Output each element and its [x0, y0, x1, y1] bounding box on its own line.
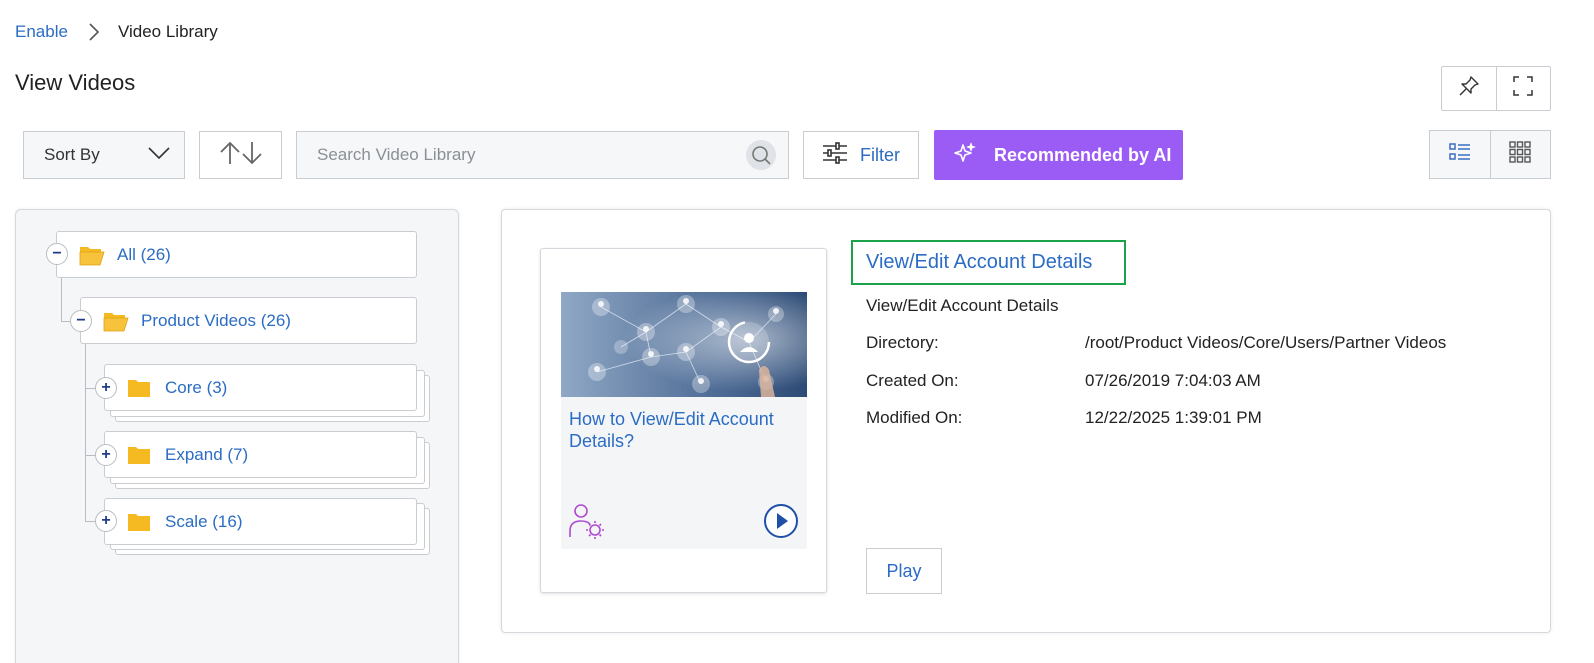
tree-node-all[interactable]: All (26) [56, 231, 417, 278]
breadcrumb: Enable Video Library [15, 20, 218, 44]
directory-label: Directory: [866, 333, 939, 352]
breadcrumb-current: Video Library [117, 22, 218, 41]
modified-on-value: 12/22/2025 1:39:01 PM [1085, 408, 1262, 427]
page-actions [1441, 66, 1551, 111]
tree-node-label: All (26) [117, 244, 171, 264]
page-title: View Videos [15, 70, 136, 95]
play-circle-icon[interactable] [763, 503, 799, 544]
fullscreen-button[interactable] [1495, 67, 1551, 110]
sort-by-dropdown[interactable]: Sort By [23, 131, 185, 179]
folder-icon [127, 444, 153, 466]
recommended-by-ai-label: Recommended by AI [994, 144, 1172, 165]
video-thumbnail-card[interactable]: How to View/Edit Account Details? [561, 292, 807, 549]
tree-node-label: Core (3) [165, 377, 228, 397]
list-view-button[interactable] [1430, 131, 1490, 178]
tree-node-expand[interactable]: Expand (7) [104, 431, 417, 478]
tree-connector [61, 277, 62, 322]
user-settings-icon [568, 503, 606, 544]
sort-by-label: Sort By [44, 145, 100, 164]
tree-node-scale[interactable]: Scale (16) [104, 498, 417, 545]
collapse-icon[interactable]: − [70, 310, 92, 332]
expand-icon[interactable]: + [95, 510, 117, 532]
fullscreen-icon [1512, 75, 1534, 102]
folder-icon [127, 377, 153, 399]
tree-node-label: Expand (7) [165, 444, 249, 464]
pin-button[interactable] [1442, 67, 1496, 110]
search-input[interactable] [297, 132, 737, 178]
grid-view-icon [1509, 141, 1531, 168]
filter-label: Filter [860, 144, 900, 165]
tree-node-label: Product Videos (26) [141, 310, 291, 330]
expand-icon[interactable]: + [95, 444, 117, 466]
play-button[interactable]: Play [866, 548, 942, 594]
created-on-value: 07/26/2019 7:04:03 AM [1085, 371, 1261, 390]
tree-node-label: Scale (16) [165, 511, 243, 531]
tree-connector [85, 344, 86, 522]
tree-node-product-videos[interactable]: Product Videos (26) [80, 297, 417, 344]
grid-view-button[interactable] [1489, 131, 1551, 178]
created-on-label: Created On: [866, 371, 959, 390]
folder-icon [127, 511, 153, 533]
video-title-link[interactable]: View/Edit Account Details [851, 240, 1126, 285]
filter-button[interactable]: Filter [803, 131, 919, 179]
folder-open-icon [79, 244, 105, 266]
tree-node-core[interactable]: Core (3) [104, 364, 417, 411]
list-view-icon [1449, 142, 1471, 167]
sparkle-icon [954, 142, 976, 169]
sort-direction-button[interactable] [199, 131, 282, 179]
folder-open-icon [103, 310, 129, 332]
collapse-icon[interactable]: − [46, 243, 68, 265]
video-thumbnail-image [561, 292, 807, 397]
chevron-down-icon [148, 145, 170, 165]
modified-on-label: Modified On: [866, 408, 963, 427]
sliders-icon [822, 141, 848, 170]
search-box [296, 131, 789, 179]
directory-value: /root/Product Videos/Core/Users/Partner … [1085, 333, 1447, 352]
search-icon[interactable] [746, 140, 776, 170]
video-card-title: How to View/Edit Account Details? [569, 409, 774, 451]
sort-arrows-icon [216, 140, 266, 171]
recommended-by-ai-button[interactable]: Recommended by AI [934, 130, 1183, 180]
breadcrumb-enable-link[interactable]: Enable [15, 22, 68, 42]
pin-icon [1458, 75, 1480, 102]
video-description: View/Edit Account Details [866, 296, 1059, 315]
chevron-right-icon [80, 20, 108, 44]
expand-icon[interactable]: + [95, 377, 117, 399]
view-toggle [1429, 130, 1551, 179]
